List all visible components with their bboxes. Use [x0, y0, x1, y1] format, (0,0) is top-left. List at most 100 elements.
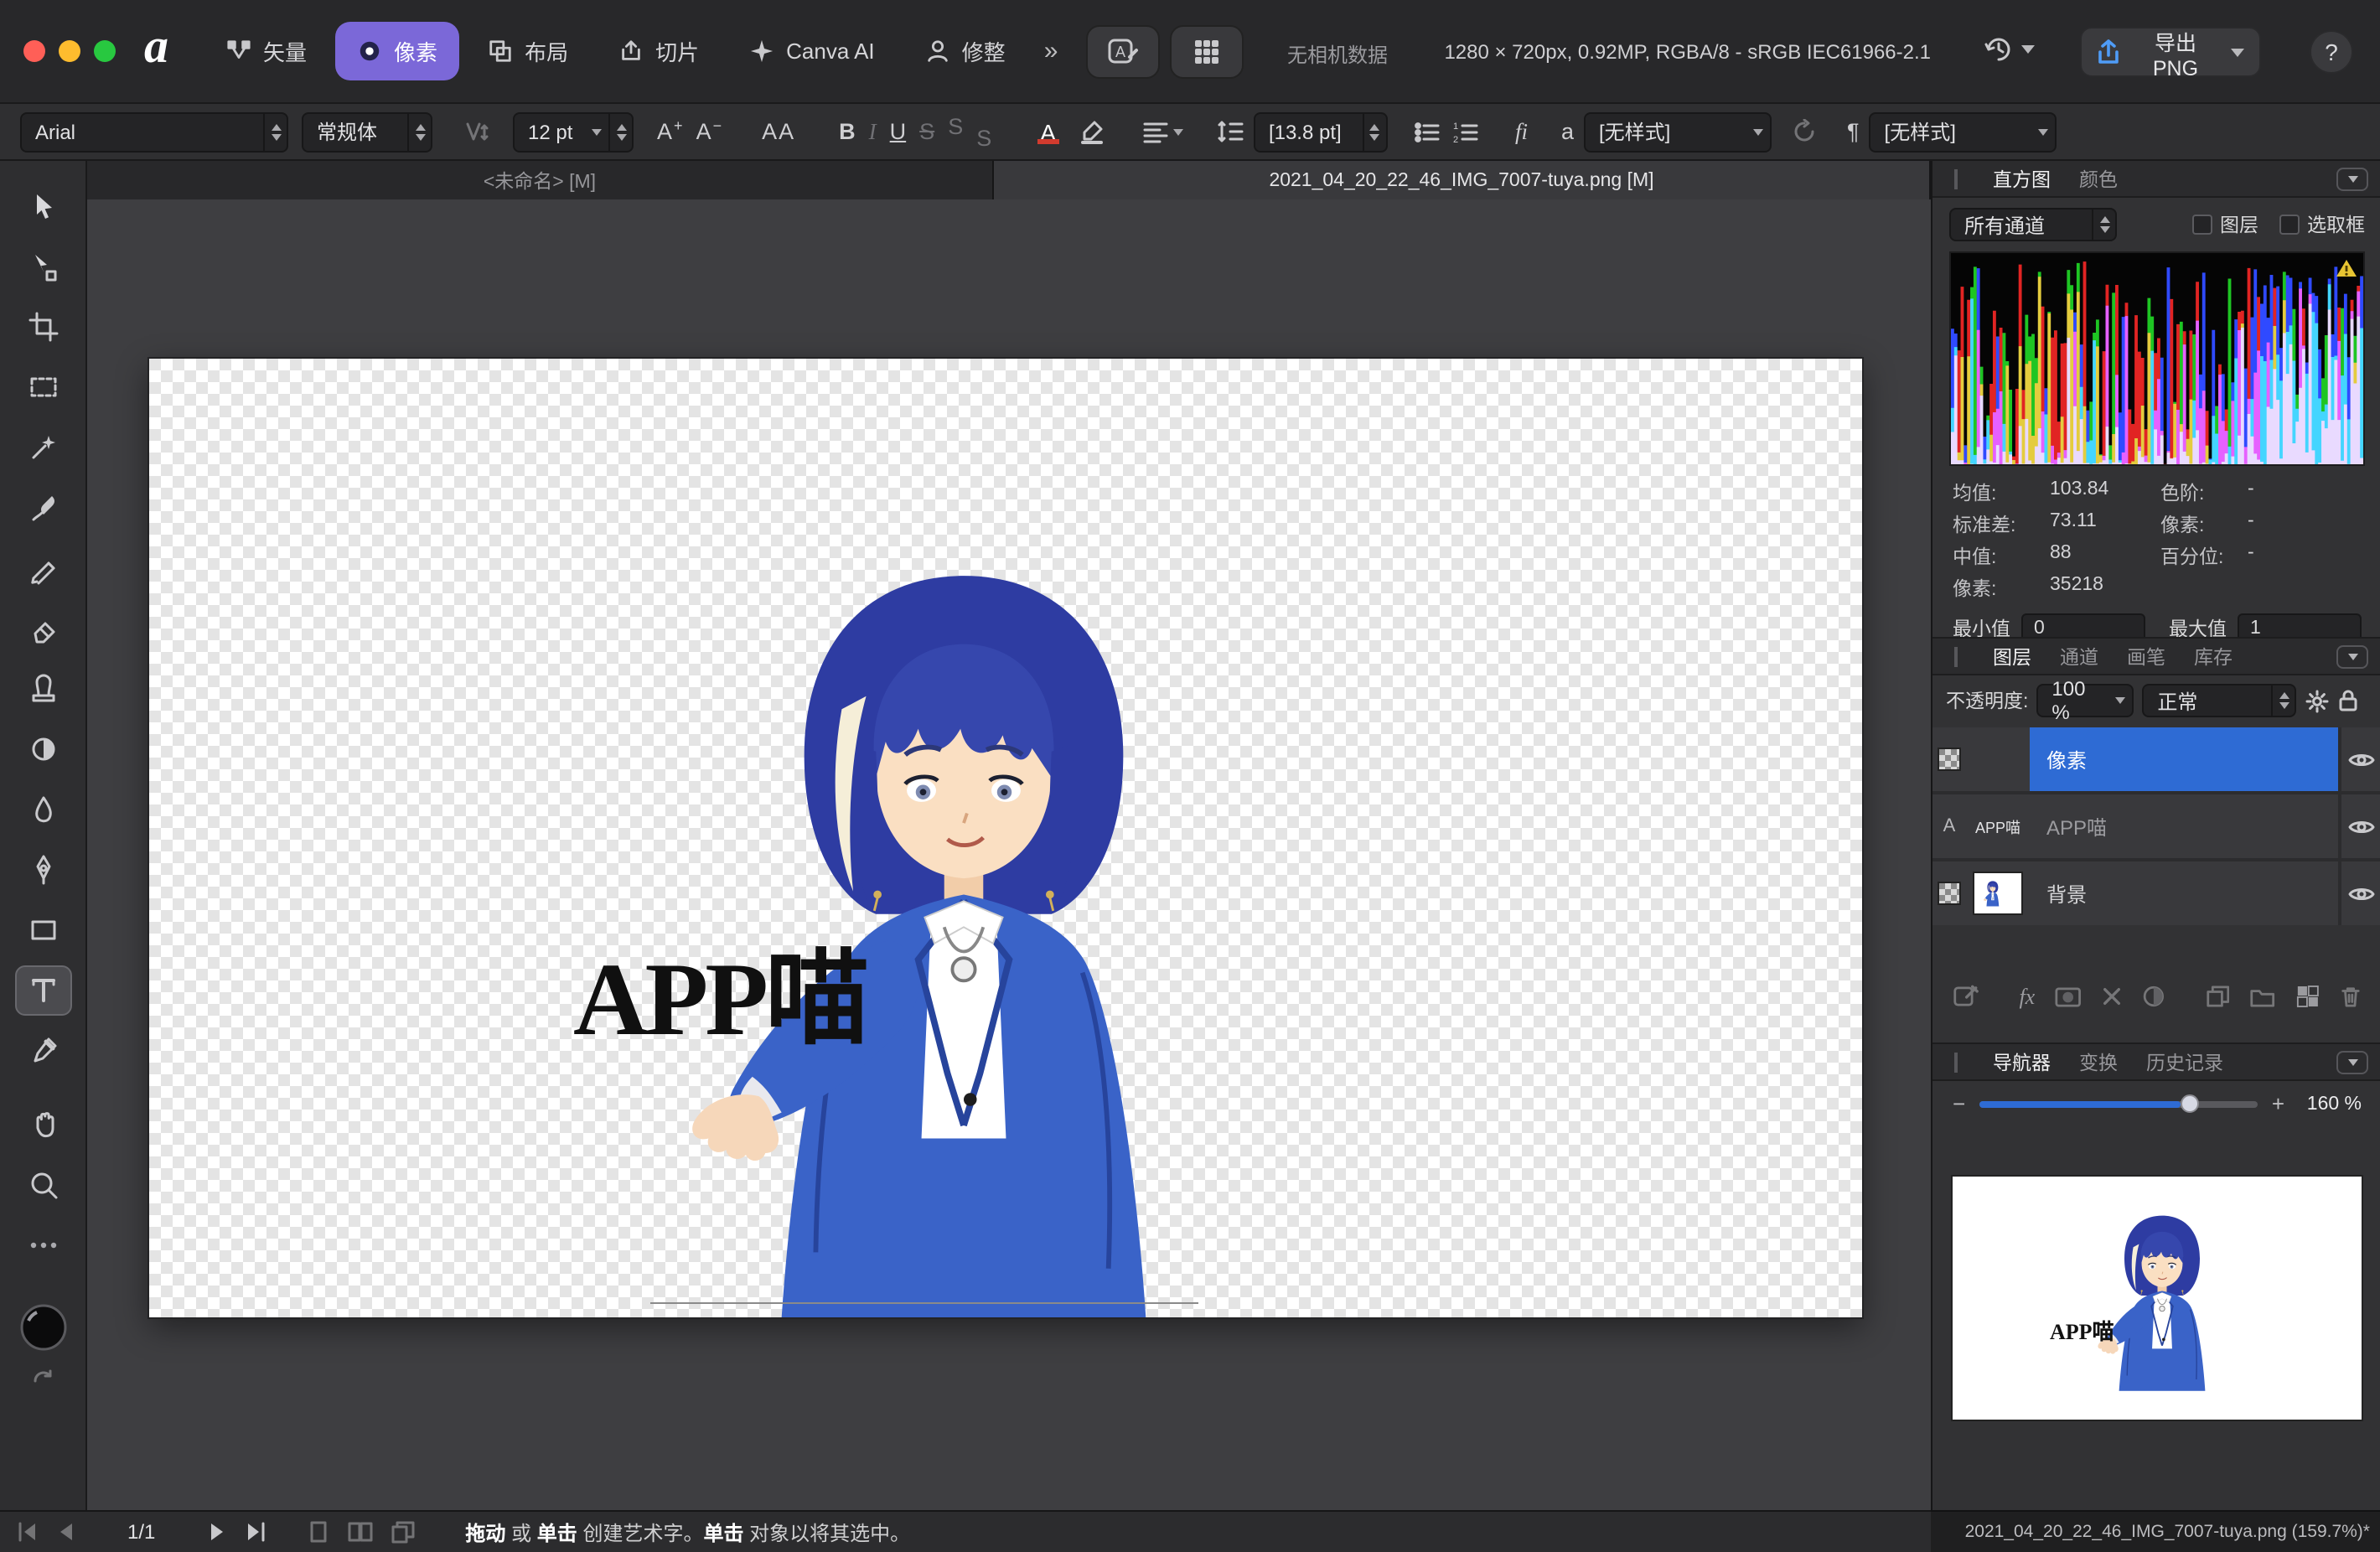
persona-slices-button[interactable]: 切片 [597, 22, 721, 80]
first-page-icon[interactable] [17, 1522, 39, 1542]
lock-layer-icon[interactable] [2338, 689, 2358, 712]
leading-combo[interactable]: [13.8 pt] [1254, 111, 1388, 152]
fullscreen-window-button[interactable] [94, 40, 116, 62]
font-size-caret-icon[interactable] [585, 128, 608, 135]
navigator-preview[interactable]: APP喵 [1953, 1130, 2362, 1433]
panel-grip-icon[interactable] [1954, 646, 1958, 666]
rectangle-tool[interactable] [14, 905, 71, 955]
font-size-stepper[interactable] [608, 113, 632, 150]
view-pan-tool[interactable] [14, 1099, 71, 1150]
blend-options-gear-icon[interactable] [2305, 688, 2330, 713]
persona-layout-button[interactable]: 布局 [466, 22, 590, 80]
paragraph-style-caret-icon[interactable] [2032, 128, 2056, 135]
tab-brushes[interactable]: 画笔 [2127, 643, 2165, 670]
layer-row-background[interactable]: 背景 [1932, 861, 2380, 925]
increase-size-button[interactable]: A+ [650, 110, 690, 153]
navigator-thumbnail[interactable]: APP喵 [1953, 1177, 2362, 1420]
font-style-stepper[interactable] [407, 113, 431, 150]
numbered-list-button[interactable]: 12 [1446, 110, 1485, 153]
histogram-channel-combo[interactable]: 所有通道 [1949, 208, 2117, 241]
channel-stepper[interactable] [2092, 210, 2115, 240]
blend-mode-combo[interactable]: 正常 [2142, 684, 2296, 717]
last-page-icon[interactable] [244, 1522, 266, 1542]
histogram-collapse-button[interactable] [2336, 167, 2368, 190]
dodge-burn-tool[interactable] [14, 724, 71, 774]
tab-channels[interactable]: 通道 [2060, 643, 2098, 670]
personas-overflow-chevron[interactable]: » [1044, 37, 1058, 65]
delete-mask-icon[interactable] [2102, 986, 2122, 1007]
persona-canva-ai-button[interactable]: Canva AI [727, 22, 897, 80]
tab-transform[interactable]: 变换 [2079, 1048, 2118, 1075]
delete-layer-icon[interactable] [2340, 984, 2362, 1009]
layer-row-pixel[interactable]: 像素 [1932, 727, 2380, 791]
layers-collapse-button[interactable] [2336, 644, 2368, 668]
layer-visibility-toggle[interactable] [2338, 794, 2380, 858]
artistic-text-tool[interactable] [14, 965, 71, 1016]
update-style-icon[interactable] [1785, 110, 1824, 153]
tab-layers[interactable]: 图层 [1993, 643, 2031, 670]
colour-swatch-selector[interactable] [14, 1297, 71, 1358]
bold-button[interactable]: B [832, 110, 862, 153]
flood-select-tool[interactable] [14, 422, 71, 473]
italic-button[interactable]: I [862, 110, 883, 153]
more-tools-button[interactable] [14, 1220, 71, 1270]
superscript-button[interactable]: S [941, 110, 970, 153]
zoom-in-button[interactable]: + [2272, 1091, 2284, 1116]
text-colour-button[interactable]: A [1025, 110, 1071, 153]
persona-pixel-button[interactable]: 像素 [335, 22, 459, 80]
pages-stack-view-icon[interactable] [390, 1520, 415, 1544]
colour-picker-tool[interactable] [14, 1026, 71, 1076]
zoom-slider[interactable] [1979, 1100, 2258, 1107]
paint-brush-tool[interactable] [14, 483, 71, 533]
tab-navigator[interactable]: 导航器 [1993, 1048, 2051, 1075]
pixel-tool[interactable] [14, 543, 71, 593]
single-page-view-icon[interactable] [306, 1520, 329, 1544]
tab-history[interactable]: 历史记录 [2146, 1048, 2223, 1075]
navigator-collapse-button[interactable] [2336, 1050, 2368, 1073]
zoom-out-button[interactable]: − [1953, 1091, 1965, 1116]
bullet-list-button[interactable] [1408, 110, 1446, 153]
mask-layer-icon[interactable] [2055, 985, 2081, 1008]
marquee-checkbox[interactable]: 选取框 [2279, 211, 2365, 238]
opacity-caret-icon[interactable] [2108, 697, 2132, 704]
document-page[interactable]: APP喵 [149, 359, 1862, 1317]
leading-stepper[interactable] [1363, 113, 1386, 150]
alignment-button[interactable] [1136, 110, 1190, 153]
duplicate-layer-icon[interactable] [2205, 984, 2230, 1009]
persona-retouch-button[interactable]: 修整 [903, 22, 1027, 80]
clone-stamp-tool[interactable] [14, 664, 71, 714]
layer-checkbox[interactable]: 图层 [2191, 211, 2258, 238]
font-size-combo[interactable]: 12 pt [513, 111, 634, 152]
next-page-icon[interactable] [209, 1522, 227, 1542]
strikethrough-button[interactable]: S [913, 110, 941, 153]
layer-row-text[interactable]: A APP喵 APP喵 [1932, 794, 2380, 858]
zoom-tool[interactable] [14, 1160, 71, 1210]
blend-ranges-icon[interactable] [2142, 984, 2165, 1009]
erase-tool[interactable] [14, 603, 71, 654]
pen-tool[interactable] [14, 845, 71, 895]
swap-colours-icon[interactable] [31, 1368, 54, 1388]
underline-button[interactable]: U [883, 110, 913, 153]
history-button[interactable] [1983, 34, 2035, 65]
canvas-viewport[interactable]: APP喵 [87, 199, 1931, 1510]
studio-presets-button[interactable] [1170, 25, 1244, 79]
typography-button[interactable]: AA [755, 110, 802, 153]
edit-adjustment-icon[interactable] [1953, 982, 1979, 1011]
tab-histogram[interactable]: 直方图 [1993, 165, 2051, 192]
blend-mode-stepper[interactable] [2271, 685, 2295, 716]
layer-effects-icon[interactable]: fx [2019, 983, 2035, 1010]
kerning-icon[interactable] [456, 110, 496, 153]
layer-visibility-toggle[interactable] [2338, 861, 2380, 925]
move-tool[interactable] [14, 181, 71, 231]
smudge-tool[interactable] [14, 784, 71, 835]
persona-vector-button[interactable]: 矢量 [204, 22, 329, 80]
page-spread-view-icon[interactable] [346, 1520, 373, 1544]
text-highlight-button[interactable] [1071, 110, 1113, 153]
export-png-button[interactable]: 导出PNG [2080, 27, 2261, 77]
layer-visibility-toggle[interactable] [2338, 727, 2380, 791]
help-button[interactable]: ? [2310, 30, 2353, 74]
character-style-combo[interactable]: [无样式] [1584, 111, 1772, 152]
panel-grip-icon[interactable] [1954, 168, 1958, 189]
tab-active-document[interactable]: 2021_04_20_22_46_IMG_7007-tuya.png [M] [994, 161, 1931, 199]
subscript-button[interactable]: S [970, 110, 998, 153]
